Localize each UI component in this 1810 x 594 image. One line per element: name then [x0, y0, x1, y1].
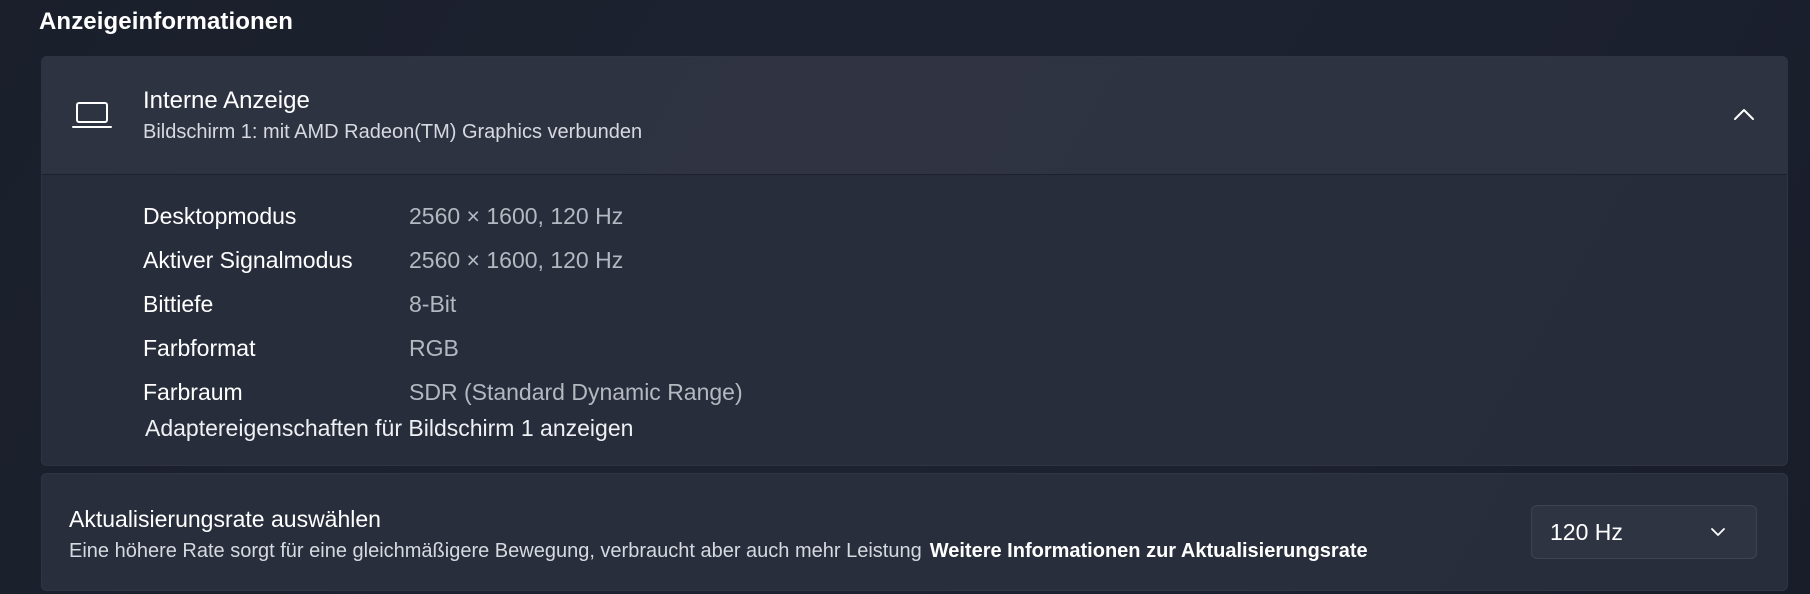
- refresh-rate-description-text: Eine höhere Rate sorgt für eine gleichmä…: [69, 540, 922, 562]
- chevron-down-icon: [1710, 525, 1726, 537]
- info-row-desktop-mode: Desktopmodus 2560 × 1600, 120 Hz: [143, 199, 623, 233]
- refresh-rate-description: Eine höhere Rate sorgt für eine gleichmä…: [69, 540, 1368, 563]
- adapter-properties-link[interactable]: Adaptereigenschaften für Bildschirm 1 an…: [145, 415, 633, 442]
- info-row-color-format: Farbformat RGB: [143, 331, 459, 365]
- info-value: RGB: [409, 334, 459, 361]
- info-row-signal-mode: Aktiver Signalmodus 2560 × 1600, 120 Hz: [143, 243, 623, 277]
- display-header[interactable]: Interne Anzeige Bildschirm 1: mit AMD Ra…: [42, 57, 1787, 175]
- collapse-button[interactable]: [1721, 93, 1767, 139]
- display-info-panel: Desktopmodus 2560 × 1600, 120 Hz Aktiver…: [42, 175, 1787, 465]
- info-label: Farbformat: [143, 334, 256, 361]
- info-label: Desktopmodus: [143, 202, 297, 229]
- refresh-rate-dropdown[interactable]: 120 Hz: [1531, 505, 1757, 559]
- info-row-bit-depth: Bittiefe 8-Bit: [143, 287, 456, 321]
- info-label: Aktiver Signalmodus: [143, 246, 353, 273]
- refresh-rate-info-link[interactable]: Weitere Informationen zur Aktualisierung…: [930, 540, 1368, 562]
- info-row-color-space: Farbraum SDR (Standard Dynamic Range): [143, 375, 743, 409]
- refresh-rate-card: Aktualisierungsrate auswählen Eine höher…: [41, 473, 1788, 591]
- info-value: 2560 × 1600, 120 Hz: [409, 202, 624, 229]
- display-subtitle: Bildschirm 1: mit AMD Radeon(TM) Graphic…: [143, 121, 643, 143]
- refresh-rate-selected-value: 120 Hz: [1550, 519, 1623, 545]
- info-label: Farbraum: [143, 378, 243, 405]
- info-value: 8-Bit: [409, 290, 457, 317]
- info-value: SDR (Standard Dynamic Range): [409, 378, 743, 405]
- info-value: 2560 × 1600, 120 Hz: [409, 246, 624, 273]
- chevron-up-icon: [1733, 107, 1755, 126]
- display-name: Interne Anzeige: [143, 87, 310, 114]
- display-card: Interne Anzeige Bildschirm 1: mit AMD Ra…: [41, 56, 1788, 466]
- info-label: Bittiefe: [143, 290, 214, 317]
- section-title: Anzeigeinformationen: [39, 8, 294, 35]
- laptop-icon: [72, 101, 112, 131]
- refresh-rate-title: Aktualisierungsrate auswählen: [69, 506, 381, 532]
